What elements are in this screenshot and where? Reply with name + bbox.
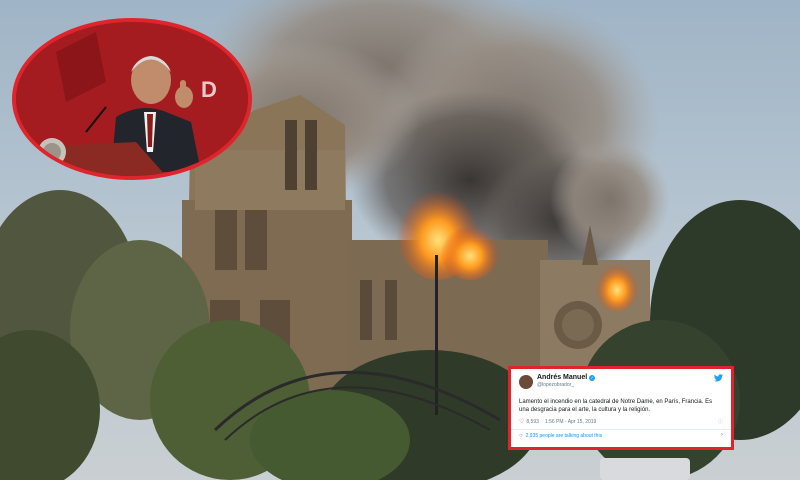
tweet-header: Andrés Manuel ✓ @lopezobrador_ <box>519 374 723 394</box>
twitter-bird-icon[interactable] <box>714 374 723 384</box>
white-van <box>600 458 690 480</box>
tweet-timestamp[interactable]: 1:56 PM - Apr 15, 2019 <box>545 419 596 425</box>
heart-icon[interactable]: ♡ <box>519 418 524 425</box>
tweet-meta: ♡ 8,593 1:56 PM - Apr 15, 2019 ⓘ <box>519 418 723 426</box>
podium-letter: D <box>201 77 217 102</box>
tweet-text: Lamento el incendio en la catedral de No… <box>519 399 713 413</box>
talking-about-text: 2,935 people are talking about this <box>525 433 603 439</box>
like-count: 8,593 <box>526 418 539 425</box>
inset-portrait: D <box>12 18 252 180</box>
divider <box>511 429 731 430</box>
avatar <box>519 375 533 389</box>
talking-about-link[interactable]: ○ 2,935 people are talking about this › <box>519 432 723 439</box>
chevron-right-icon: › <box>721 432 723 438</box>
info-icon[interactable]: ⓘ <box>718 418 723 425</box>
tweet-handle[interactable]: @lopezobrador_ <box>537 383 595 388</box>
comment-bubble-icon: ○ <box>519 433 523 439</box>
tweet-author-name[interactable]: Andrés Manuel <box>537 374 587 381</box>
tweet-card: Andrés Manuel ✓ @lopezobrador_ Lamento e… <box>508 366 734 450</box>
verified-badge-icon: ✓ <box>589 374 596 381</box>
speaker-at-podium-image: D <box>16 22 248 176</box>
